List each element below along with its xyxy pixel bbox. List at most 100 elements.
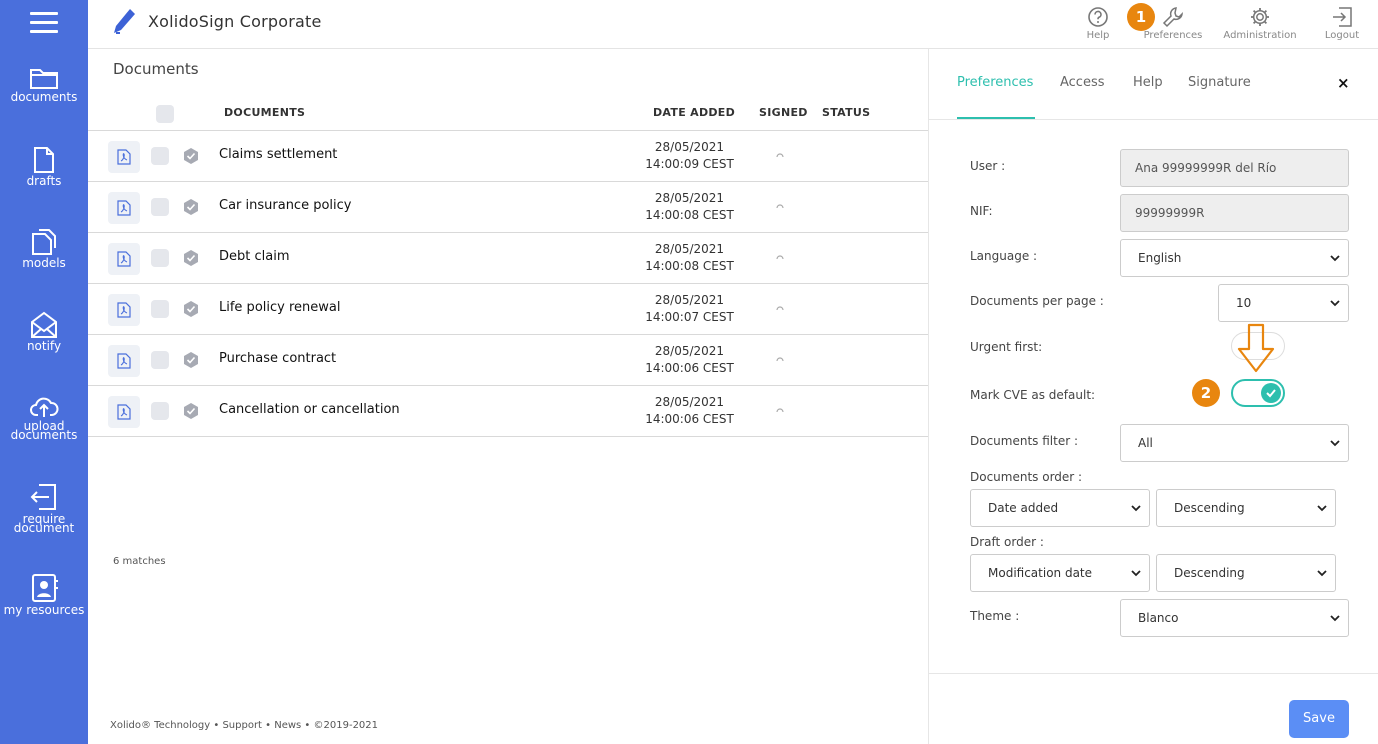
- table-row[interactable]: Claims settlement 28/05/2021 14:00:09 CEST: [88, 131, 928, 182]
- chevron-down-icon: [1131, 570, 1141, 577]
- certificate-icon: [184, 148, 198, 164]
- sidebar-item-upload-documents[interactable]: upload documents: [0, 393, 88, 441]
- document-name[interactable]: Debt claim: [219, 249, 290, 264]
- tab-help[interactable]: Help: [1133, 75, 1163, 90]
- row-checkbox[interactable]: [151, 300, 169, 318]
- pdf-file-icon[interactable]: [108, 192, 140, 224]
- mark-cve-toggle[interactable]: [1231, 379, 1285, 407]
- draft-order-field-select[interactable]: Modification date: [970, 554, 1150, 592]
- documents-order-direction-value: Descending: [1174, 501, 1245, 515]
- tab-preferences[interactable]: Preferences: [957, 75, 1033, 90]
- theme-select[interactable]: Blanco: [1120, 599, 1349, 637]
- certificate-icon: [184, 301, 198, 317]
- table-row[interactable]: Car insurance policy 28/05/2021 14:00:08 C…: [88, 182, 928, 233]
- document-name[interactable]: Life policy renewal: [219, 300, 340, 315]
- sidebar-item-models[interactable]: models: [0, 228, 88, 269]
- time-value: 14:00:09 CEST: [645, 157, 734, 171]
- table-row[interactable]: Cancellation or cancellation 28/05/2021 14…: [88, 386, 928, 437]
- documents-filter-select[interactable]: All: [1120, 424, 1349, 462]
- date-value: 28/05/2021: [654, 293, 725, 307]
- sidebar-item-require-document[interactable]: require document: [0, 482, 88, 534]
- logout-icon: [1333, 7, 1352, 27]
- certificate-icon: [184, 250, 198, 266]
- help-button[interactable]: Help: [1082, 6, 1114, 41]
- help-label: Help: [1086, 30, 1110, 41]
- pdf-file-icon[interactable]: [108, 294, 140, 326]
- tab-access[interactable]: Access: [1060, 75, 1105, 90]
- signed-status-icon: [776, 153, 784, 158]
- table-row[interactable]: Debt claim 28/05/2021 14:00:08 CEST: [88, 233, 928, 284]
- divider: [929, 119, 1378, 120]
- time-value: 14:00:07 CEST: [645, 310, 734, 324]
- select-all-checkbox[interactable]: [156, 105, 174, 123]
- footer: Xolido® Technology • Support • News • ©2…: [110, 720, 379, 731]
- docs-per-page-value: 10: [1236, 296, 1252, 310]
- row-checkbox[interactable]: [151, 198, 169, 216]
- pdf-file-icon[interactable]: [108, 345, 140, 377]
- brand: XolidoSign Corporate: [112, 7, 322, 35]
- document-name[interactable]: Purchase contract: [219, 351, 336, 366]
- administration-button[interactable]: Administration: [1222, 6, 1298, 41]
- row-checkbox[interactable]: [151, 351, 169, 369]
- pdf-file-icon[interactable]: [108, 243, 140, 275]
- row-checkbox[interactable]: [151, 249, 169, 267]
- step-1-badge: 1: [1127, 3, 1155, 31]
- sidebar-item-label: models: [22, 256, 66, 270]
- logout-button[interactable]: Logout: [1322, 6, 1362, 41]
- arrow-down-icon: [1237, 323, 1275, 373]
- table-row[interactable]: Purchase contract 28/05/2021 14:00:06 CEST: [88, 335, 928, 386]
- toggle-knob: [1261, 383, 1281, 403]
- gear-icon: [1251, 8, 1269, 26]
- document-name[interactable]: Claims settlement: [219, 147, 337, 162]
- signed-status-icon: [776, 204, 784, 209]
- date-value: 28/05/2021: [654, 344, 725, 358]
- documents-order-field-select[interactable]: Date added: [970, 489, 1150, 527]
- date-added: 28/05/2021 14:00:06 CEST: [618, 343, 761, 377]
- sidebar-item-documents[interactable]: documents: [0, 66, 88, 103]
- sidebar-item-drafts[interactable]: drafts: [0, 146, 88, 187]
- chevron-down-icon: [1330, 255, 1340, 262]
- table-row[interactable]: Life policy renewal 28/05/2021 14:00:07 CE…: [88, 284, 928, 335]
- date-added: 28/05/2021 14:00:08 CEST: [618, 190, 761, 224]
- row-checkbox[interactable]: [151, 402, 169, 420]
- pdf-file-icon[interactable]: [108, 396, 140, 428]
- sidebar-item-notify[interactable]: notify: [0, 311, 88, 352]
- save-button[interactable]: Save: [1289, 700, 1349, 738]
- signed-status-icon: [776, 255, 784, 260]
- date-value: 28/05/2021: [654, 242, 725, 256]
- column-status: STATUS: [822, 106, 871, 119]
- contact-book-icon: [32, 574, 58, 602]
- document-name[interactable]: Cancellation or cancellation: [219, 402, 400, 417]
- theme-value: Blanco: [1138, 611, 1179, 625]
- language-select[interactable]: English: [1120, 239, 1349, 277]
- question-circle-icon: [1088, 7, 1108, 27]
- tab-signature[interactable]: Signature: [1188, 75, 1251, 90]
- column-date-added: DATE ADDED: [653, 106, 736, 119]
- user-label: User :: [970, 159, 1006, 173]
- docs-per-page-select[interactable]: 10: [1218, 284, 1349, 322]
- close-icon[interactable]: ×: [1337, 74, 1350, 92]
- nif-value: 99999999R: [1135, 206, 1205, 220]
- date-value: 28/05/2021: [654, 395, 725, 409]
- draft-order-direction-value: Descending: [1174, 566, 1245, 580]
- menu-icon[interactable]: [30, 12, 58, 34]
- mark-cve-label: Mark CVE as default:: [970, 388, 1096, 402]
- column-signed: SIGNED: [759, 106, 808, 119]
- date-value: 28/05/2021: [654, 140, 725, 154]
- signed-status-icon: [776, 357, 784, 362]
- language-value: English: [1138, 251, 1182, 265]
- chevron-down-icon: [1317, 505, 1327, 512]
- pdf-file-icon[interactable]: [108, 141, 140, 173]
- document-name[interactable]: Car insurance policy: [219, 198, 351, 213]
- column-documents: DOCUMENTS: [224, 106, 306, 119]
- documents-order-field-value: Date added: [988, 501, 1059, 515]
- documents-order-direction-select[interactable]: Descending: [1156, 489, 1336, 527]
- chevron-down-icon: [1330, 615, 1340, 622]
- sidebar-item-label: my resources: [3, 603, 85, 617]
- sidebar-item-my-resources[interactable]: my resources: [0, 573, 88, 616]
- pen-icon: [114, 9, 135, 34]
- row-checkbox[interactable]: [151, 147, 169, 165]
- draft-order-direction-select[interactable]: Descending: [1156, 554, 1336, 592]
- time-value: 14:00:08 CEST: [645, 208, 734, 222]
- cloud-upload-icon: [30, 397, 59, 417]
